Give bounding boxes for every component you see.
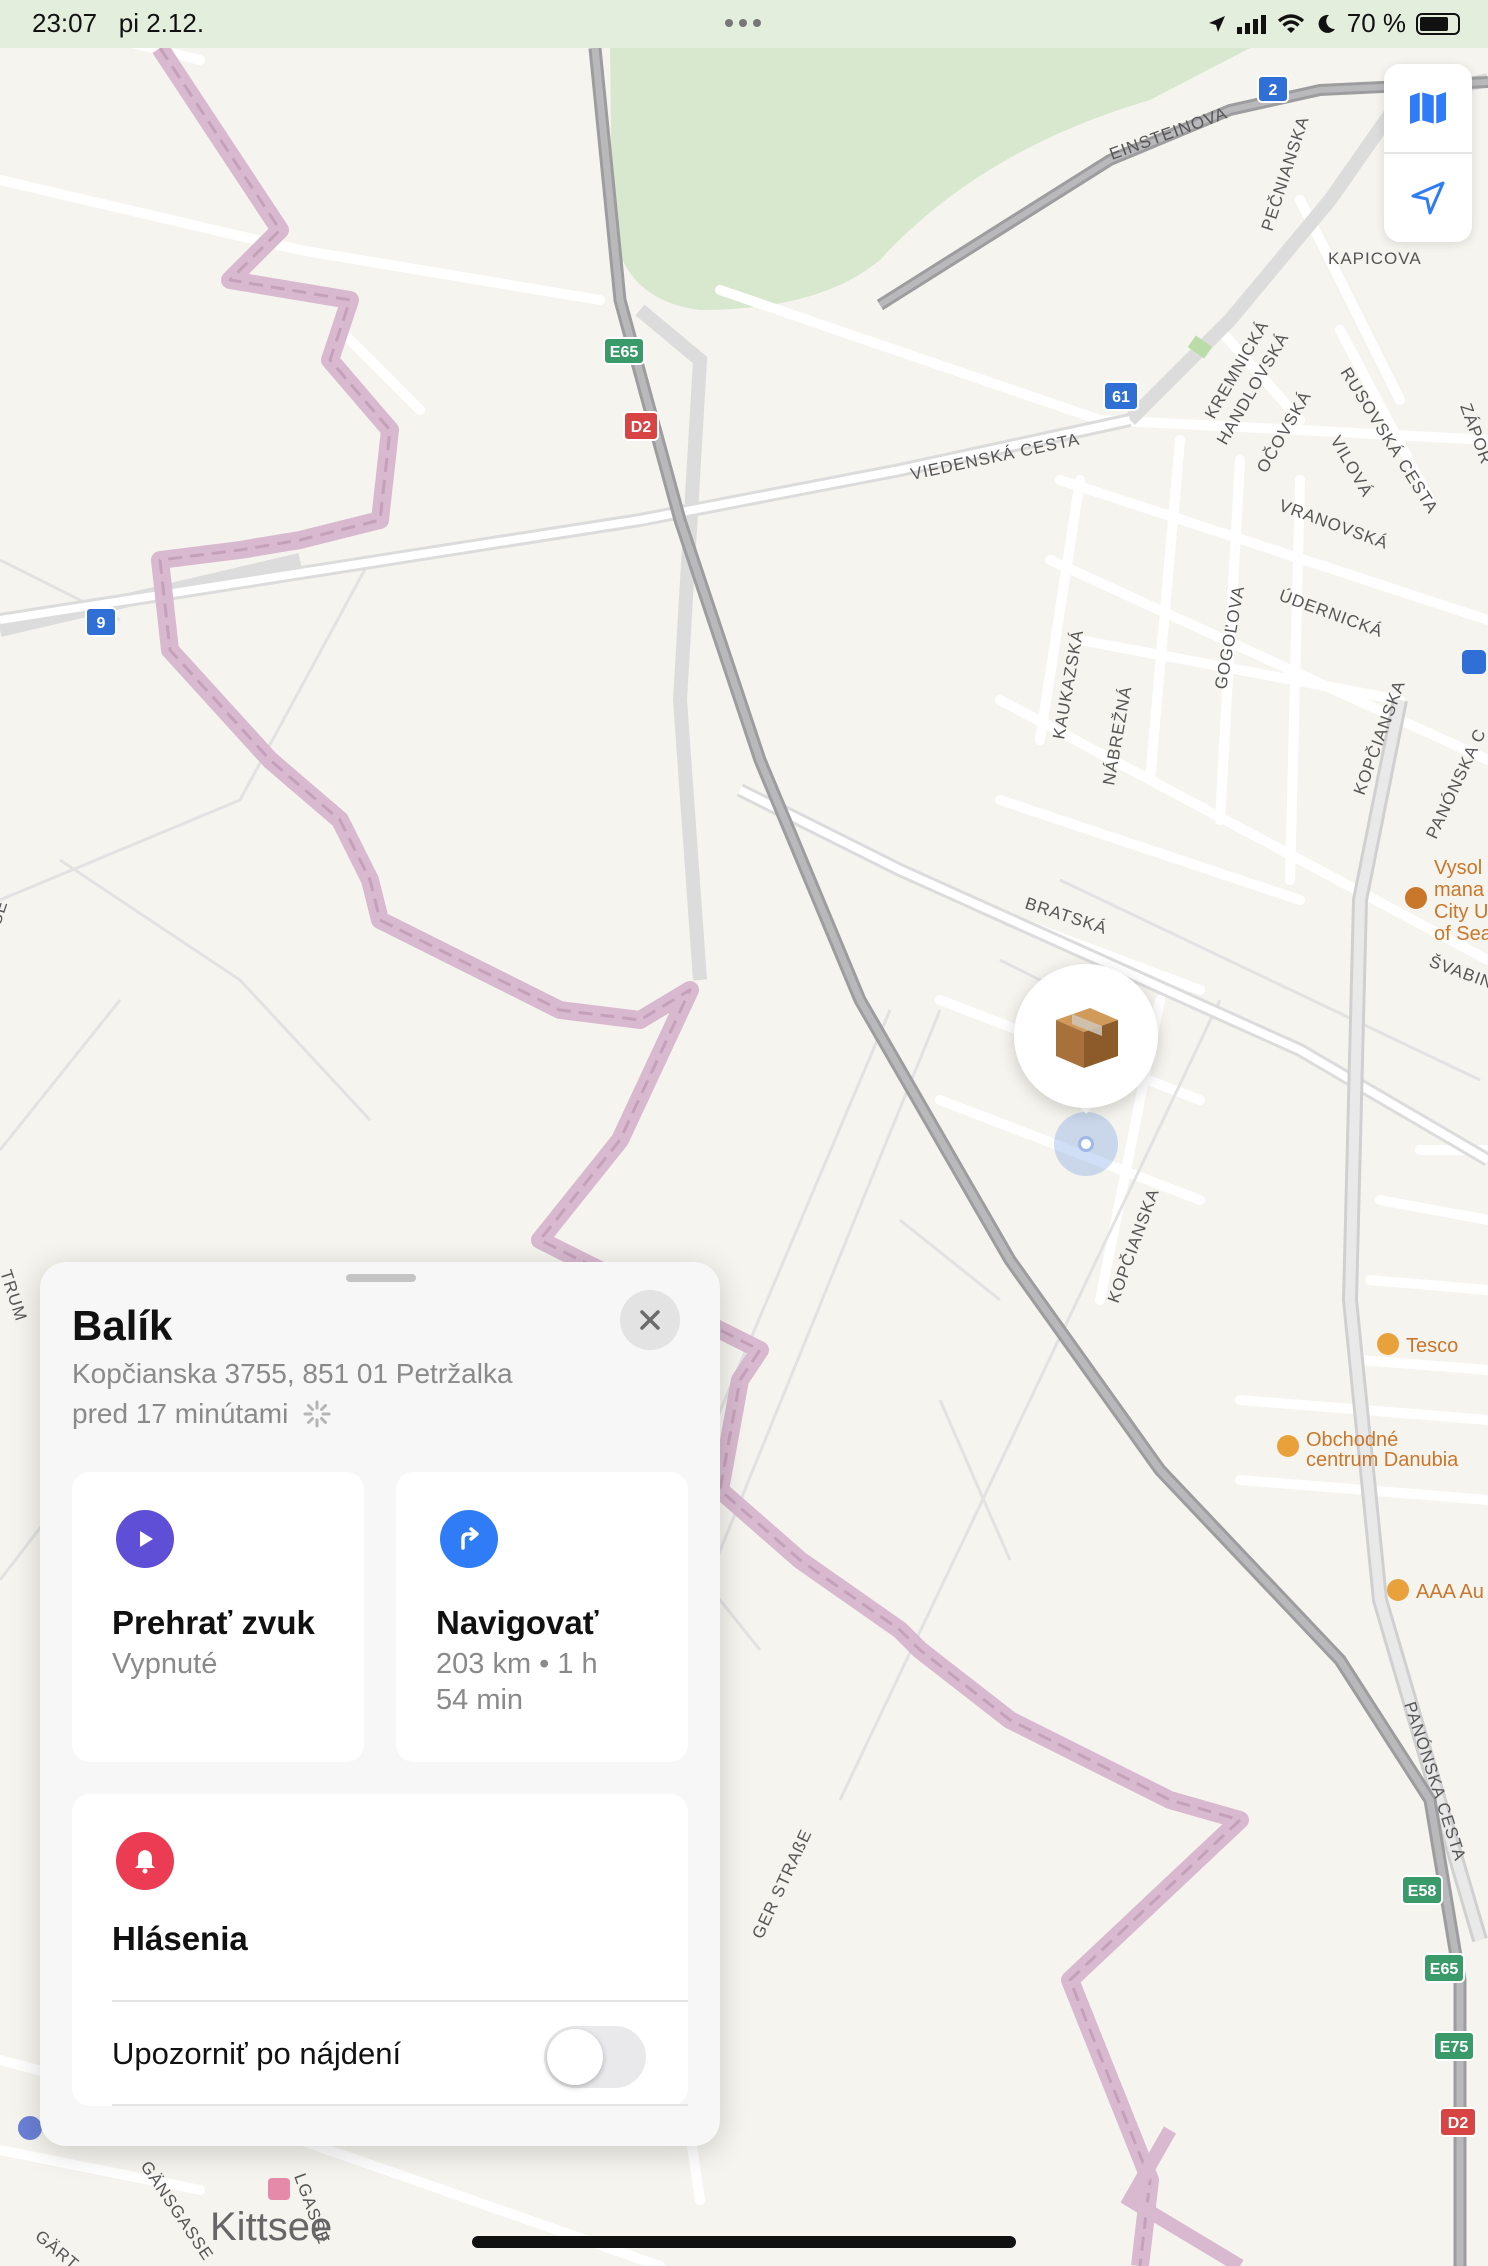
svg-text:E65: E65	[1430, 1961, 1459, 1978]
svg-text:61: 61	[1112, 389, 1130, 406]
battery-percentage: 70 %	[1346, 8, 1406, 38]
item-detail-panel: Balík Kopčianska 3755, 851 01 Petržalka …	[40, 1262, 720, 2146]
last-updated: pred 17 minútami	[72, 1398, 289, 1429]
status-time: 23:07	[32, 8, 98, 38]
play-sound-card[interactable]: Prehrať zvuk Vypnuté	[72, 1472, 364, 1762]
notifications-card: Hlásenia Upozorniť po nájdení	[72, 1794, 688, 2106]
route-shield: E58	[1401, 1875, 1443, 1905]
location-dot	[1078, 1136, 1094, 1152]
location-arrow-icon	[1208, 15, 1225, 32]
loading-spinner-icon	[303, 1400, 331, 1428]
svg-text:Vysol: Vysol	[1434, 857, 1482, 879]
status-date: pi 2.12.	[118, 8, 205, 38]
street-label: KAPICOVA	[1328, 249, 1422, 268]
svg-text:mana: mana	[1434, 879, 1485, 901]
home-indicator[interactable]	[472, 2236, 1016, 2248]
package-icon	[1056, 1008, 1118, 1068]
svg-text:E75: E75	[1440, 2039, 1469, 2056]
panel-grabber[interactable]	[346, 1274, 416, 1282]
town-label: Kittsee	[210, 2205, 332, 2249]
route-shield: E75	[1433, 2031, 1475, 2061]
svg-text:D2: D2	[1448, 2115, 1469, 2132]
route-shield: E65	[603, 337, 645, 365]
route-shield: E65	[1423, 1953, 1465, 1983]
route-shield: 2	[1257, 75, 1289, 103]
map-controls	[1384, 64, 1472, 242]
navigate-duration: 54 min	[436, 1684, 524, 1716]
item-title: Balík	[72, 1302, 173, 1349]
cellular-signal-icon	[1236, 14, 1266, 34]
notify-when-found-label: Upozorniť po nájdení	[112, 2036, 402, 2071]
svg-text:Tesco: Tesco	[1406, 1335, 1458, 1357]
play-sound-status: Vypnuté	[112, 1648, 218, 1680]
item-pin[interactable]	[1014, 964, 1158, 1108]
poi-marker-icon	[18, 2116, 42, 2140]
play-sound-label: Prehrať zvuk	[112, 1604, 315, 1641]
current-location-button[interactable]	[1384, 154, 1472, 242]
close-icon	[640, 1310, 660, 1330]
navigate-label: Navigovať	[436, 1604, 599, 1641]
svg-text:D2: D2	[631, 419, 652, 436]
navigate-distance: 203 km • 1 h	[436, 1648, 598, 1680]
poi-marker-icon	[268, 2178, 290, 2200]
route-shield: 9	[85, 607, 117, 637]
svg-text:City U: City U	[1434, 901, 1488, 923]
item-address: Kopčianska 3755, 851 01 Petržalka	[72, 1358, 513, 1389]
wifi-icon	[1277, 13, 1304, 33]
svg-text:E65: E65	[610, 344, 639, 361]
location-arrow-icon	[1411, 181, 1445, 215]
turn-right-arrow-icon	[440, 1510, 498, 1568]
notify-when-found-toggle[interactable]	[544, 2026, 646, 2088]
play-icon	[116, 1510, 174, 1568]
svg-text:2: 2	[1269, 82, 1278, 99]
svg-text:Obchodné: Obchodné	[1306, 1429, 1398, 1451]
status-bar: 23:07 pi 2.12. 70 %	[0, 0, 1488, 48]
notifications-label: Hlásenia	[112, 1920, 248, 1957]
navigate-card[interactable]: Navigovať 203 km • 1 h 54 min	[396, 1472, 688, 1762]
poi-aaa: AAA Au	[1387, 1579, 1484, 1603]
multitasking-dots[interactable]	[722, 14, 764, 32]
route-shield: D2	[623, 411, 659, 441]
close-button[interactable]	[620, 1290, 680, 1350]
route-shield: 61	[1103, 381, 1139, 411]
svg-text:9: 9	[97, 615, 106, 632]
route-shield: D2	[1439, 2107, 1477, 2137]
svg-text:AAA Au: AAA Au	[1416, 1581, 1484, 1603]
map-icon	[1410, 92, 1446, 124]
moon-icon	[1318, 14, 1335, 33]
svg-text:centrum Danubia: centrum Danubia	[1306, 1449, 1459, 1471]
bell-icon	[116, 1832, 174, 1890]
bus-stop-icon	[1462, 650, 1486, 674]
poi-tesco: Tesco	[1377, 1333, 1458, 1357]
svg-text:E58: E58	[1408, 1883, 1437, 1900]
map-mode-button[interactable]	[1384, 64, 1472, 152]
battery-icon	[1416, 12, 1460, 35]
svg-text:of Sea: of Sea	[1434, 923, 1488, 945]
